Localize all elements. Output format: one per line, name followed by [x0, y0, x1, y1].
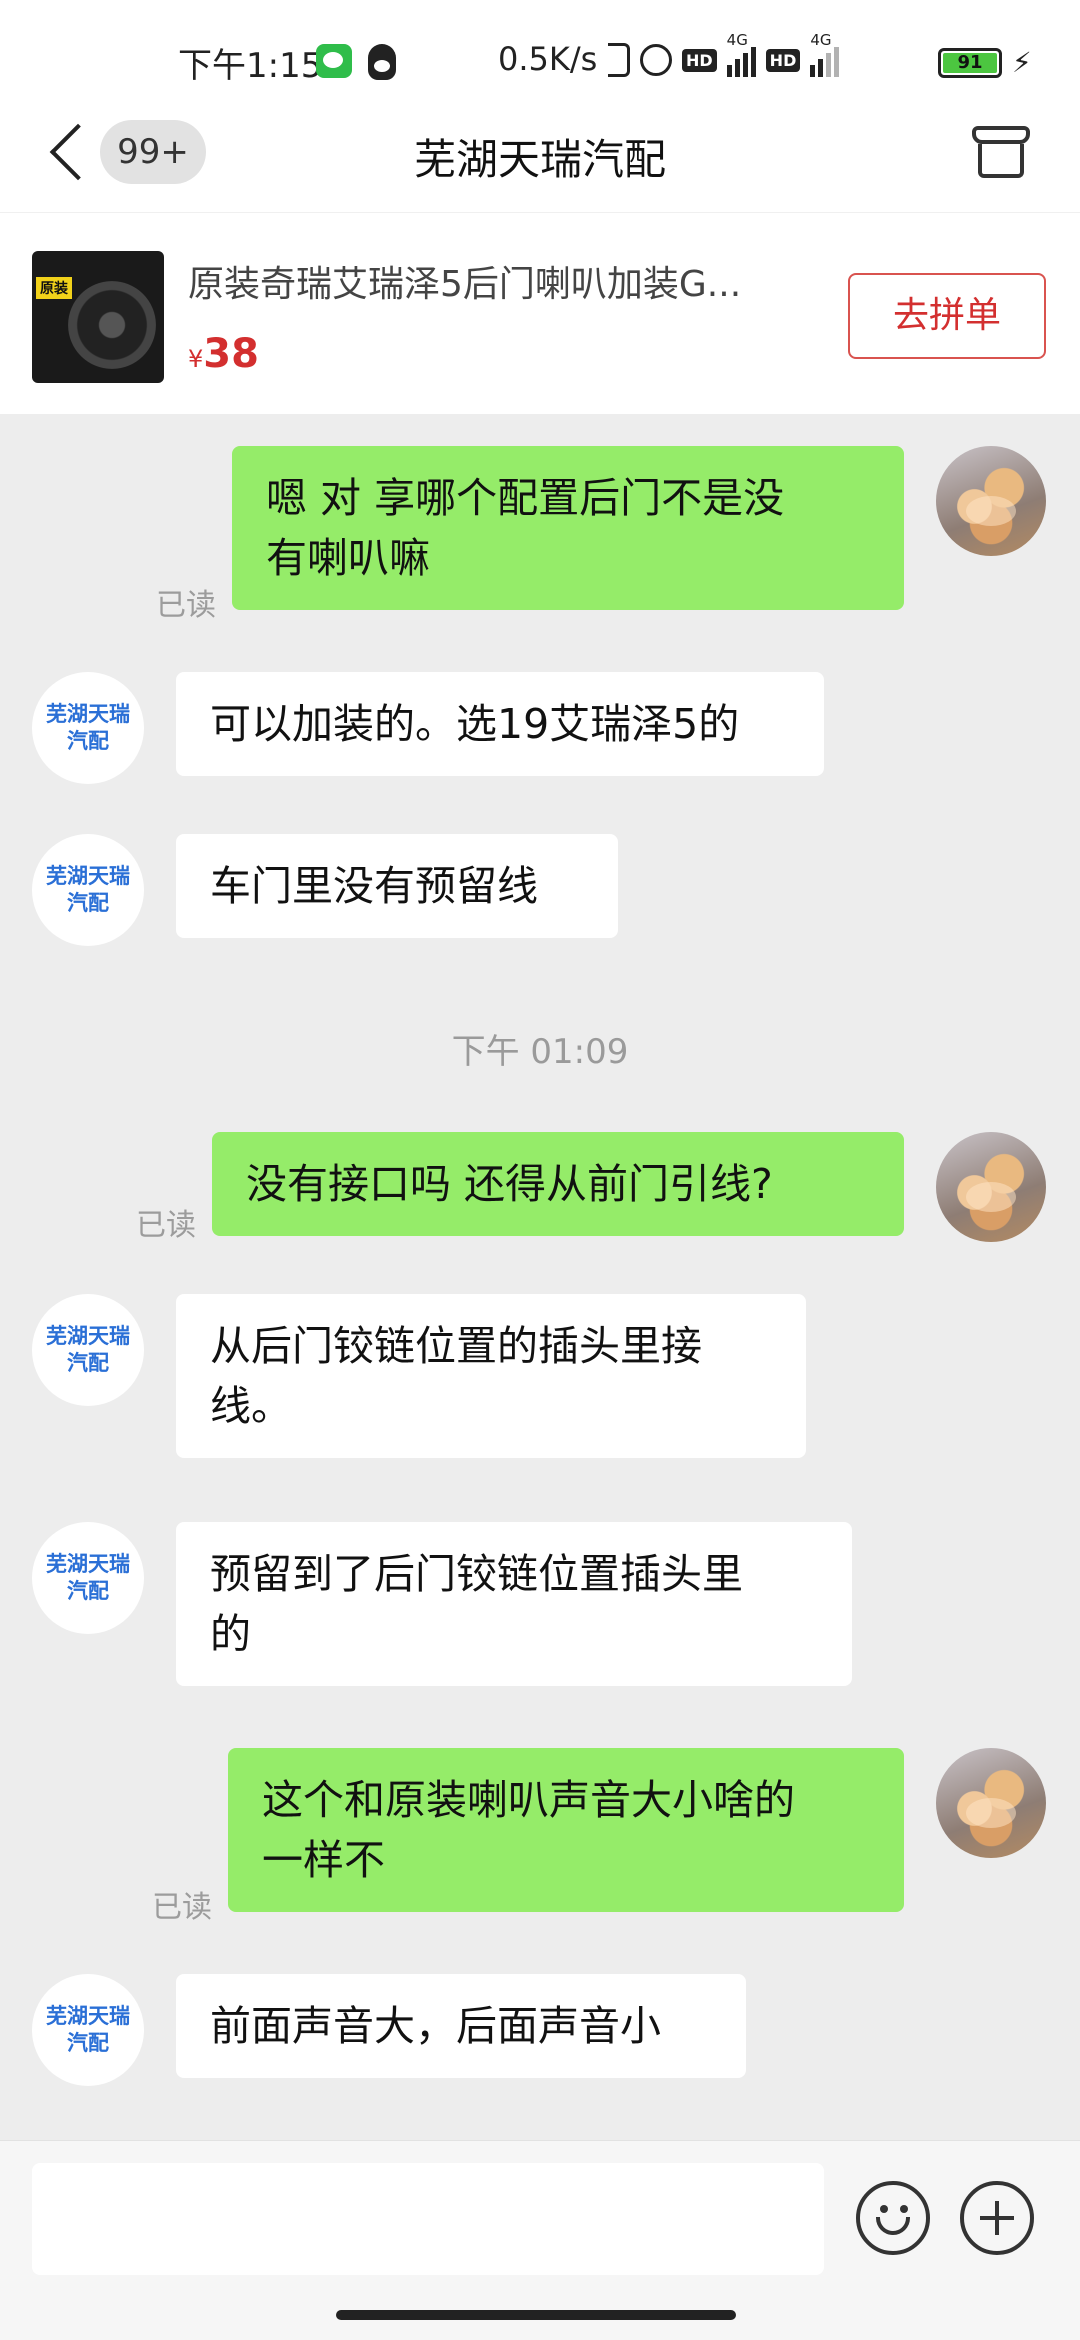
plus-icon[interactable]	[960, 2181, 1034, 2255]
home-indicator[interactable]	[336, 2310, 736, 2320]
message-bubble-received[interactable]: 车门里没有预留线	[176, 834, 618, 938]
shop-avatar-line2: 汽配	[67, 1579, 109, 1603]
message-bubble-received[interactable]: 预留到了后门铰链位置插头里 的	[176, 1522, 852, 1686]
product-price: ¥38	[188, 331, 259, 377]
chat-timestamp: 下午 01:09	[451, 1032, 629, 1072]
shop-avatar-line1: 芜湖天瑞	[46, 702, 130, 726]
bluetooth-icon	[608, 43, 630, 77]
read-status: 已读	[156, 588, 216, 623]
back-arrow-icon[interactable]	[40, 122, 100, 182]
status-bar: 下午1:15 0.5K/s HD 4G HD 4G 91 ⚡	[0, 0, 1080, 96]
avatar[interactable]	[936, 446, 1046, 556]
avatar[interactable]	[936, 1132, 1046, 1242]
message-bubble-sent[interactable]: 这个和原装喇叭声音大小啥的 一样不	[228, 1748, 904, 1912]
shop-avatar[interactable]: 芜湖天瑞 汽配	[32, 1974, 144, 2086]
signal-icon: 4G	[726, 31, 756, 77]
message-bubble-received[interactable]: 从后门铰链位置的插头里接 线。	[176, 1294, 806, 1458]
product-image-tag: 原装	[36, 277, 72, 299]
alarm-icon	[640, 44, 672, 76]
message-input[interactable]	[32, 2163, 824, 2275]
shop-avatar[interactable]: 芜湖天瑞 汽配	[32, 834, 144, 946]
message-bubble-received[interactable]: 可以加装的。选19艾瑞泽5的	[176, 672, 824, 776]
shop-avatar-line1: 芜湖天瑞	[46, 1552, 130, 1576]
message-bubble-received[interactable]: 前面声音大，后面声音小	[176, 1974, 746, 2078]
shop-avatar-line2: 汽配	[67, 729, 109, 753]
message-bubble-sent[interactable]: 嗯 对 享哪个配置后门不是没 有喇叭嘛	[232, 446, 904, 610]
net-speed: 0.5K/s	[498, 40, 598, 78]
charging-icon: ⚡	[1012, 46, 1032, 79]
product-image[interactable]: 原装	[32, 251, 164, 383]
emoji-icon[interactable]	[856, 2181, 930, 2255]
shop-avatar-line2: 汽配	[67, 1351, 109, 1375]
unread-badge[interactable]: 99+	[100, 120, 206, 184]
currency-symbol: ¥	[188, 345, 204, 373]
shop-avatar[interactable]: 芜湖天瑞 汽配	[32, 1522, 144, 1634]
network-type: 4G	[726, 31, 748, 49]
battery-icon: 91	[938, 48, 1002, 78]
shop-avatar[interactable]: 芜湖天瑞 汽配	[32, 672, 144, 784]
message-bubble-sent[interactable]: 没有接口吗 还得从前门引线?	[212, 1132, 904, 1236]
read-status: 已读	[152, 1890, 212, 1925]
shop-avatar-line1: 芜湖天瑞	[46, 1324, 130, 1348]
status-icons: HD 4G HD 4G	[608, 31, 840, 80]
status-time: 下午1:15	[178, 46, 323, 86]
shop-avatar-line1: 芜湖天瑞	[46, 864, 130, 888]
battery-level: 91	[957, 52, 983, 73]
speaker-image	[68, 281, 156, 369]
shop-avatar-line1: 芜湖天瑞	[46, 2004, 130, 2028]
hd-icon: HD	[682, 48, 717, 72]
shop-avatar-line2: 汽配	[67, 2031, 109, 2055]
avatar[interactable]	[936, 1748, 1046, 1858]
wechat-icon	[316, 44, 352, 78]
shop-avatar[interactable]: 芜湖天瑞 汽配	[32, 1294, 144, 1406]
shop-avatar-line2: 汽配	[67, 891, 109, 915]
group-buy-button[interactable]: 去拼单	[848, 273, 1046, 359]
product-card[interactable]: 原装 原装奇瑞艾瑞泽5后门喇叭加装G... ¥38 去拼单	[0, 212, 1080, 414]
signal-icon: 4G	[810, 31, 840, 77]
qq-icon	[368, 44, 396, 80]
product-title[interactable]: 原装奇瑞艾瑞泽5后门喇叭加装G...	[188, 255, 828, 307]
hd-icon: HD	[765, 48, 801, 72]
network-type: 4G	[810, 31, 832, 49]
read-status: 已读	[136, 1208, 196, 1243]
chat-header: 99+ 芜湖天瑞汽配	[0, 96, 1080, 212]
store-icon[interactable]	[972, 122, 1032, 182]
price-value: 38	[203, 331, 259, 377]
